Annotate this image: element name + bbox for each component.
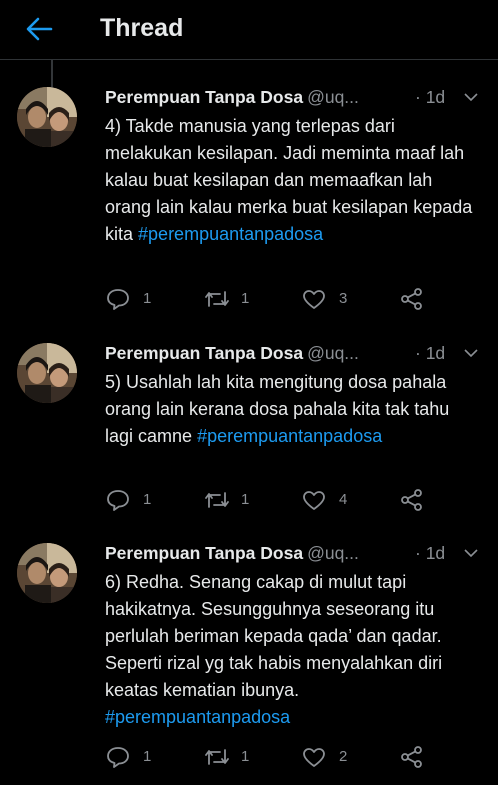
chevron-down-icon[interactable] (463, 546, 479, 560)
reply-count: 1 (143, 491, 152, 508)
retweet-icon (205, 749, 229, 765)
retweet-icon (205, 291, 229, 307)
author-name[interactable]: Perempuan Tanpa Dosa (105, 343, 303, 363)
hashtag-link[interactable]: #perempuantanpadosa (138, 224, 323, 244)
avatar[interactable] (17, 343, 77, 403)
author-handle[interactable]: @uq... (307, 543, 359, 563)
tweet-actions: 1 1 3 (105, 287, 425, 311)
retweet-count: 1 (241, 748, 250, 765)
author-name[interactable]: Perempuan Tanpa Dosa (105, 87, 303, 107)
retweet-count: 1 (241, 290, 250, 307)
reply-icon (107, 289, 129, 310)
tweet-header: Perempuan Tanpa Dosa @uq... · 1d (105, 343, 490, 369)
like-count: 3 (339, 290, 348, 307)
timestamp[interactable]: · 1d (415, 343, 445, 364)
reply-count: 1 (143, 290, 152, 307)
avatar[interactable] (17, 87, 77, 147)
author-handle[interactable]: @uq... (307, 87, 359, 107)
like-count: 2 (339, 748, 348, 765)
tweet-header: Perempuan Tanpa Dosa @uq... · 1d (105, 543, 490, 569)
tweet-header: Perempuan Tanpa Dosa @uq... · 1d (105, 87, 490, 113)
tweet-body: 6) Redha. Senang cakap di mulut tapi hak… (105, 572, 443, 700)
tweet-text: 5) Usahlah lah kita mengitung dosa pahal… (105, 369, 475, 450)
chevron-down-icon[interactable] (463, 90, 479, 104)
retweet-icon (205, 492, 229, 508)
author-name[interactable]: Perempuan Tanpa Dosa (105, 543, 303, 563)
hashtag-link[interactable]: #perempuantanpadosa (105, 707, 290, 727)
like-icon (303, 290, 325, 309)
tweet-actions: 1 1 4 (105, 488, 425, 512)
thread-connector-line (51, 60, 53, 90)
reply-count: 1 (143, 748, 152, 765)
author-handle[interactable]: @uq... (307, 343, 359, 363)
timestamp[interactable]: · 1d (415, 543, 445, 564)
share-icon (401, 489, 422, 511)
tweet-text: 6) Redha. Senang cakap di mulut tapi hak… (105, 569, 475, 731)
like-icon (303, 491, 325, 510)
tweet-actions: 1 1 2 (105, 745, 425, 769)
avatar[interactable] (17, 543, 77, 603)
retweet-count: 1 (241, 491, 250, 508)
share-icon (401, 746, 422, 768)
timestamp[interactable]: · 1d (415, 87, 445, 108)
reply-icon (107, 490, 129, 511)
chevron-down-icon[interactable] (463, 346, 479, 360)
like-icon (303, 748, 325, 767)
thread-header: Thread (0, 0, 498, 60)
reply-icon (107, 747, 129, 768)
hashtag-link[interactable]: #perempuantanpadosa (197, 426, 382, 446)
back-arrow-icon[interactable] (24, 16, 54, 42)
like-count: 4 (339, 491, 348, 508)
share-icon (401, 288, 422, 310)
tweet-text: 4) Takde manusia yang terlepas dari mela… (105, 113, 475, 248)
page-title: Thread (100, 14, 184, 42)
